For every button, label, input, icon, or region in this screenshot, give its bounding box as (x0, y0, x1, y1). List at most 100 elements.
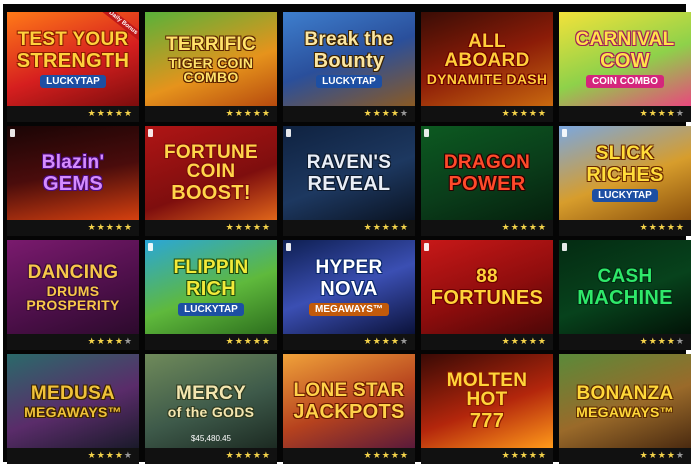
game-title-line2: MEGAWAYS™ (24, 403, 122, 420)
empty-stars: ★ (675, 336, 685, 346)
game-title-line2: REVEAL (307, 172, 391, 195)
game-artwork[interactable]: HYPER NOVA MEGAWAYS™ (283, 240, 415, 334)
game-artwork[interactable]: DANCING DRUMS PROSPERITY (7, 240, 139, 334)
filled-stars: ★★★★ (639, 450, 676, 460)
game-tile-15[interactable]: CASH MACHINE ★★★★★ (559, 240, 691, 350)
game-artwork[interactable]: CASH MACHINE (559, 240, 691, 334)
rating-stars: ★★★★★ (502, 108, 547, 119)
game-tile-7[interactable]: FORTUNE COIN BOOST! ★★★★★ (145, 126, 277, 236)
filled-stars: ★★★★★ (363, 222, 409, 232)
game-title-line1: Blazin' (41, 151, 105, 173)
rating-stars: ★★★★★ (364, 336, 409, 347)
game-artwork[interactable]: Break the Bounty LUCKYTAP (283, 12, 415, 106)
game-artwork[interactable]: FLIPPIN RICH LUCKYTAP (145, 240, 277, 334)
rating-stars: ★★★★★ (226, 222, 271, 233)
rating-stars: ★★★★★ (364, 450, 409, 461)
filled-stars: ★★★★★ (87, 222, 133, 232)
game-tile-2[interactable]: TERRIFIC TIGER COIN COMBO ★★★★★ (145, 12, 277, 122)
game-tile-20[interactable]: BONANZA MEGAWAYS™ ★★★★★ (559, 354, 691, 464)
game-tile-16[interactable]: MEDUSA MEGAWAYS™ ★★★★★ (7, 354, 139, 464)
rating-stars: ★★★★★ (640, 108, 685, 119)
game-tile-6[interactable]: Blazin' GEMS ★★★★★ (7, 126, 139, 236)
game-artwork[interactable]: MEDUSA MEGAWAYS™ (7, 354, 139, 448)
info-icon[interactable] (148, 129, 153, 137)
info-icon[interactable] (424, 243, 429, 251)
game-artwork[interactable]: MOLTEN HOT 777 (421, 354, 553, 448)
game-subtitle-badge: LUCKYTAP (316, 75, 382, 88)
game-tile-10[interactable]: SLICK RICHES LUCKYTAP ★★★★★ (559, 126, 691, 236)
game-title-line2: of the GODS (167, 403, 255, 420)
game-artwork[interactable]: RAVEN'S REVEAL (283, 126, 415, 220)
game-title-line1: FLIPPIN (173, 257, 249, 278)
game-title-line1: DANCING (27, 261, 119, 283)
game-title-line1: CARNIVAL (575, 29, 675, 50)
game-title-line1: CASH (597, 265, 653, 287)
game-artwork[interactable]: TERRIFIC TIGER COIN COMBO (145, 12, 277, 106)
game-tile-5[interactable]: CARNIVAL COW COIN COMBO ★★★★★ (559, 12, 691, 122)
game-title-line1: 88 (476, 265, 498, 287)
rating-stars: ★★★★★ (88, 336, 133, 347)
game-artwork[interactable]: 88 FORTUNES (421, 240, 553, 334)
game-artwork[interactable]: ALL ABOARD DYNAMITE DASH (421, 12, 553, 106)
game-tile-14[interactable]: 88 FORTUNES ★★★★★ (421, 240, 553, 350)
game-artwork[interactable]: TEST YOUR STRENGTH LUCKYTAP (7, 12, 139, 106)
filled-stars: ★★★★★ (501, 222, 547, 232)
game-artwork[interactable]: SLICK RICHES LUCKYTAP (559, 126, 691, 220)
game-artwork[interactable]: CARNIVAL COW COIN COMBO (559, 12, 691, 106)
info-icon[interactable] (286, 129, 291, 137)
rating-stars: ★★★★★ (226, 450, 271, 461)
info-icon[interactable] (10, 129, 15, 137)
filled-stars: ★★★★ (87, 336, 124, 346)
game-title-line2: TIGER COIN COMBO (168, 54, 254, 85)
filled-stars: ★★★★ (363, 108, 400, 118)
filled-stars: ★★★★★ (501, 450, 547, 460)
game-artwork[interactable]: DRAGON POWER (421, 126, 553, 220)
game-title-line2: GEMS (42, 172, 104, 195)
game-title-line2: DYNAMITE DASH (426, 71, 548, 87)
game-tile-13[interactable]: HYPER NOVA MEGAWAYS™ ★★★★★ (283, 240, 415, 350)
game-tile-8[interactable]: RAVEN'S REVEAL ★★★★★ (283, 126, 415, 236)
game-artwork[interactable]: Blazin' GEMS (7, 126, 139, 220)
game-tile-9[interactable]: DRAGON POWER ★★★★★ (421, 126, 553, 236)
game-tile-12[interactable]: FLIPPIN RICH LUCKYTAP ★★★★★ (145, 240, 277, 350)
game-title-line1: HYPER (315, 257, 383, 278)
filled-stars: ★★★★★ (501, 336, 547, 346)
info-icon[interactable] (286, 243, 291, 251)
rating-stars: ★★★★★ (640, 336, 685, 347)
empty-stars: ★ (399, 336, 409, 346)
empty-stars: ★ (399, 108, 409, 118)
game-tile-4[interactable]: ALL ABOARD DYNAMITE DASH ★★★★★ (421, 12, 553, 122)
info-icon[interactable] (148, 243, 153, 251)
game-title-line2: BOOST! (171, 182, 251, 204)
filled-stars: ★★★★ (363, 336, 400, 346)
filled-stars: ★★★★ (639, 336, 676, 346)
game-subtitle-badge: LUCKYTAP (40, 75, 106, 88)
empty-stars: ★ (675, 108, 685, 118)
game-title-line2: Bounty (313, 50, 385, 72)
filled-stars: ★★★★★ (639, 222, 685, 232)
game-tile-3[interactable]: Break the Bounty LUCKYTAP ★★★★★ (283, 12, 415, 122)
game-tile-19[interactable]: MOLTEN HOT 777 ★★★★★ (421, 354, 553, 464)
game-title-line1: BONANZA (576, 382, 674, 404)
game-tile-18[interactable]: LONE STAR JACKPOTS ★★★★★ (283, 354, 415, 464)
game-tile-11[interactable]: DANCING DRUMS PROSPERITY ★★★★★ (7, 240, 139, 350)
game-grid: TEST YOUR STRENGTH LUCKYTAP Daily Bonus … (7, 12, 691, 464)
game-artwork[interactable]: BONANZA MEGAWAYS™ (559, 354, 691, 448)
game-artwork[interactable]: FORTUNE COIN BOOST! (145, 126, 277, 220)
game-title-line2: FORTUNES (430, 286, 544, 309)
rating-stars: ★★★★★ (88, 450, 133, 461)
filled-stars: ★★★★★ (87, 108, 133, 118)
filled-stars: ★★★★★ (225, 336, 271, 346)
game-artwork[interactable]: LONE STAR JACKPOTS (283, 354, 415, 448)
game-title-line1: SLICK (595, 143, 655, 164)
info-icon[interactable] (562, 129, 567, 137)
game-title-line2: DRUMS PROSPERITY (26, 282, 120, 313)
game-subtitle-badge: COIN COMBO (585, 75, 665, 88)
info-icon[interactable] (424, 129, 429, 137)
filled-stars: ★★★★★ (501, 108, 547, 118)
game-tile-1[interactable]: TEST YOUR STRENGTH LUCKYTAP Daily Bonus … (7, 12, 139, 122)
filled-stars: ★★★★★ (225, 450, 271, 460)
rating-stars: ★★★★★ (640, 222, 685, 233)
info-icon[interactable] (562, 243, 567, 251)
game-tile-17[interactable]: MERCY of the GODS $45,480.45 ★★★★★ (145, 354, 277, 464)
